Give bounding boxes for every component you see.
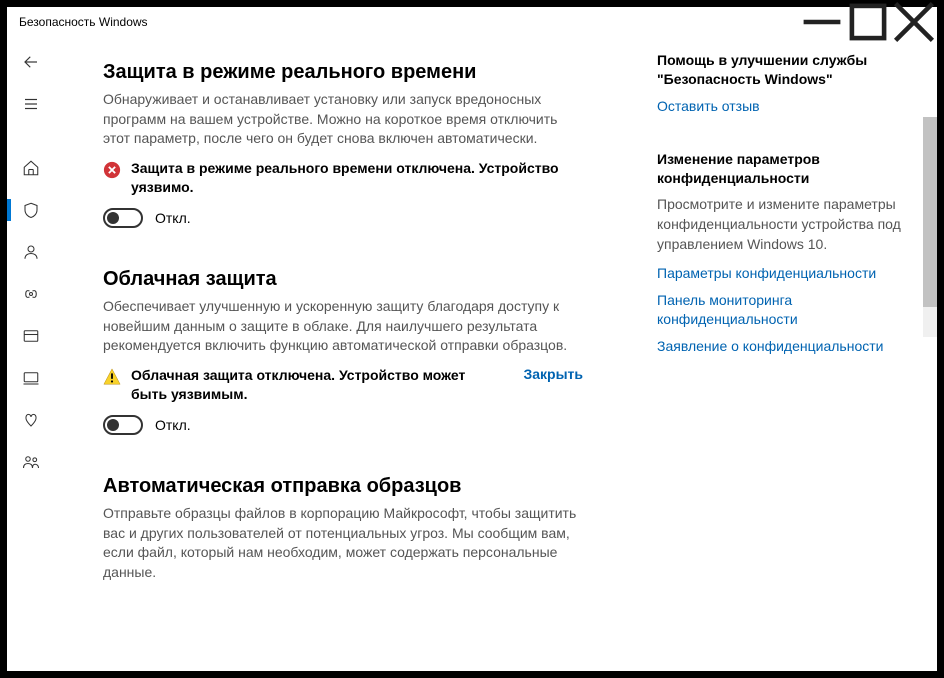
nav-account[interactable] [7,231,55,273]
window-controls [799,7,937,37]
minimize-button[interactable] [799,7,845,37]
window-title: Безопасность Windows [19,15,799,29]
realtime-toggle-row: Откл. [103,208,583,228]
feedback-link[interactable]: Оставить отзыв [657,97,919,116]
titlebar: Безопасность Windows [7,7,937,37]
section-realtime: Защита в режиме реального времени Обнару… [103,61,583,228]
cloud-alert: Облачная защита отключена. Устройство мо… [103,366,583,405]
menu-button[interactable] [7,83,55,125]
privacy-dashboard-link[interactable]: Панель мониторинга конфиденциальности [657,291,919,329]
side-help-block: Помощь в улучшении службы "Безопасность … [657,51,919,116]
cloud-alert-text: Облачная защита отключена. Устройство мо… [131,366,493,405]
side-panel: Помощь в улучшении службы "Безопасность … [657,37,937,671]
maximize-button[interactable] [845,7,891,37]
main-content: Защита в режиме реального времени Обнару… [55,37,657,671]
error-icon [103,161,121,179]
nav-app-browser[interactable] [7,315,55,357]
realtime-desc: Обнаруживает и останавливает установку и… [103,90,583,149]
close-button[interactable] [891,7,937,37]
side-privacy-title: Изменение параметров конфиденциальности [657,150,919,188]
nav-family[interactable] [7,441,55,483]
side-privacy-block: Изменение параметров конфиденциальности … [657,150,919,356]
back-button[interactable] [7,41,55,83]
cloud-title: Облачная защита [103,268,583,291]
realtime-toggle-label: Откл. [155,210,191,226]
section-samples: Автоматическая отправка образцов Отправь… [103,475,583,582]
nav-virus-protection[interactable] [7,189,55,231]
side-privacy-desc: Просмотрите и измените параметры конфиде… [657,195,919,254]
realtime-alert: Защита в режиме реального времени отключ… [103,159,583,198]
realtime-toggle[interactable] [103,208,143,228]
cloud-toggle[interactable] [103,415,143,435]
nav-device-security[interactable] [7,357,55,399]
warning-icon [103,368,121,386]
section-cloud: Облачная защита Обеспечивает улучшенную … [103,268,583,435]
samples-desc: Отправьте образцы файлов в корпорацию Ма… [103,504,583,582]
cloud-dismiss-link[interactable]: Закрыть [523,366,583,382]
nav-firewall[interactable] [7,273,55,315]
cloud-toggle-label: Откл. [155,417,191,433]
nav-rail [7,37,55,671]
realtime-alert-text: Защита в режиме реального времени отключ… [131,159,583,198]
nav-home[interactable] [7,147,55,189]
cloud-desc: Обеспечивает улучшенную и ускоренную защ… [103,297,583,356]
samples-title: Автоматическая отправка образцов [103,475,583,498]
realtime-title: Защита в режиме реального времени [103,61,583,84]
privacy-settings-link[interactable]: Параметры конфиденциальности [657,264,919,283]
side-help-title: Помощь в улучшении службы "Безопасность … [657,51,919,89]
privacy-statement-link[interactable]: Заявление о конфиденциальности [657,337,919,356]
cloud-toggle-row: Откл. [103,415,583,435]
nav-device-performance[interactable] [7,399,55,441]
scrollbar-thumb[interactable] [923,117,937,307]
